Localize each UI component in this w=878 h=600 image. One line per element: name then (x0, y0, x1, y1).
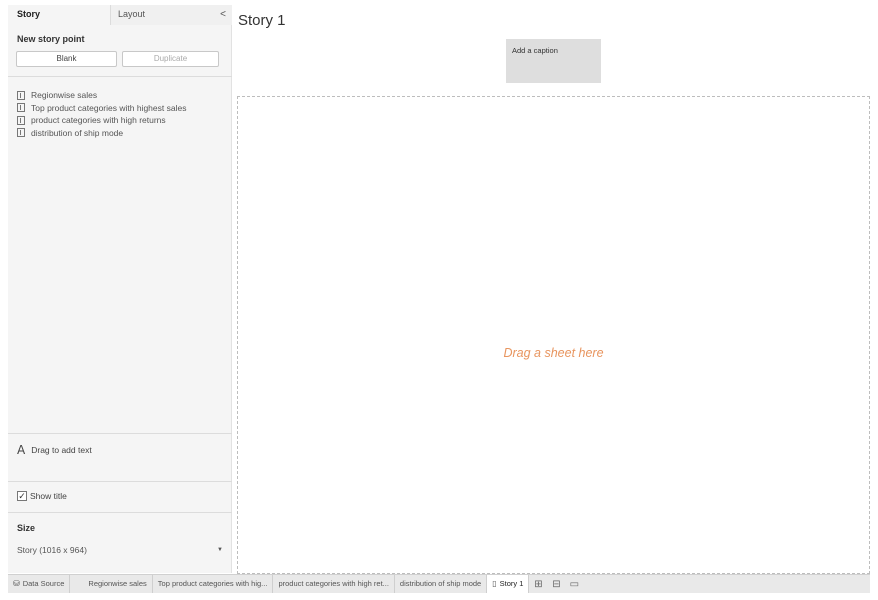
new-dashboard-icon[interactable]: ⊟ (547, 575, 565, 593)
collapse-panel-icon[interactable]: < (218, 9, 228, 21)
divider (8, 433, 232, 434)
sheet-item-label: Top product categories with highest sale… (31, 102, 187, 113)
sheet-drop-zone[interactable]: Drag a sheet here (237, 96, 870, 574)
show-title-toggle[interactable]: ✓ Show title (17, 491, 67, 501)
worksheet-icon (17, 103, 25, 113)
story-icon: ▯ (492, 579, 497, 588)
sheet-item-top-product-categories[interactable]: Top product categories with highest sale… (17, 102, 227, 115)
worksheet-icon (17, 115, 25, 125)
size-selected-value: Story (1016 x 964) (17, 545, 87, 555)
panel-tabs: Story Layout < (8, 5, 232, 25)
drag-to-add-text-label: Drag to add text (31, 445, 92, 455)
tab-label: Story 1 (499, 579, 524, 588)
sheet-item-high-returns[interactable]: product categories with high returns (17, 114, 227, 127)
caption-box[interactable]: Add a caption (506, 39, 601, 83)
worksheet-icon (17, 90, 25, 100)
sheet-item-regionwise-sales[interactable]: Regionwise sales (17, 89, 227, 102)
tab-high-returns[interactable]: product categories with high ret... (273, 575, 395, 593)
tab-ship-mode[interactable]: distribution of ship mode (395, 575, 488, 593)
sheet-item-label: distribution of ship mode (31, 127, 124, 138)
sheet-tab-bar: ⛁ Data Source Regionwise sales Top produ… (8, 574, 870, 593)
tab-layout[interactable]: Layout (111, 5, 232, 25)
database-icon: ⛁ (13, 579, 20, 588)
size-title: Size (17, 523, 36, 533)
size-dropdown[interactable]: Story (1016 x 964) ▼ (17, 543, 223, 557)
sheet-item-label: Regionwise sales (31, 90, 98, 101)
story-title[interactable]: Story 1 (238, 12, 286, 29)
show-title-label: Show title (30, 491, 67, 501)
story-side-panel: Story Layout < New story point Blank Dup… (8, 5, 232, 573)
sheet-item-label: product categories with high returns (31, 115, 166, 126)
chevron-down-icon: ▼ (217, 547, 223, 553)
text-object-icon: A (17, 443, 26, 457)
tab-story[interactable]: Story (8, 5, 111, 25)
duplicate-button[interactable]: Duplicate (122, 51, 219, 67)
tab-top-product-categories[interactable]: Top product categories with hig... (153, 575, 274, 593)
new-worksheet-icon[interactable]: ⊞ (529, 575, 547, 593)
sheet-item-ship-mode[interactable]: distribution of ship mode (17, 127, 227, 140)
divider (8, 481, 232, 482)
tab-regionwise-sales[interactable]: Regionwise sales (70, 575, 153, 593)
drag-to-add-text[interactable]: A Drag to add text (17, 443, 92, 457)
divider (8, 512, 232, 513)
tab-story-1[interactable]: ▯ Story 1 (487, 575, 530, 593)
tab-data-source[interactable]: ⛁ Data Source (8, 575, 71, 593)
divider (8, 76, 232, 77)
tab-label: Data Source (22, 579, 65, 588)
worksheet-icon (17, 128, 25, 138)
new-story-icon[interactable]: ▭ (565, 575, 583, 593)
blank-button[interactable]: Blank (16, 51, 117, 67)
show-title-checkbox[interactable]: ✓ (17, 491, 27, 501)
new-story-point-title: New story point (17, 34, 85, 44)
drop-hint: Drag a sheet here (503, 346, 604, 360)
sheet-list: Regionwise sales Top product categories … (17, 89, 227, 139)
